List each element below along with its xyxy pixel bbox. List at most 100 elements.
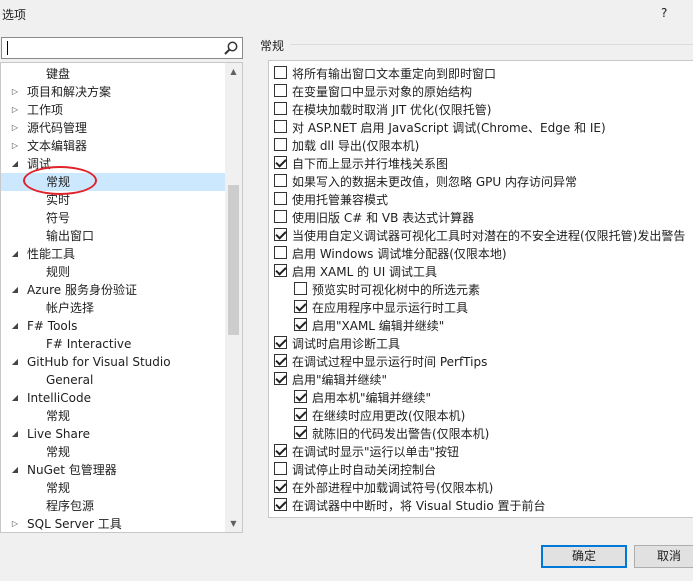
tree-item[interactable]: 输出窗口 [1, 227, 225, 245]
tree-item[interactable]: ◢ NuGet 包管理器 [1, 461, 225, 479]
collapse-arrow-icon[interactable]: ▷ [10, 83, 20, 101]
tree-item[interactable]: 实时 [1, 191, 225, 209]
search-icon[interactable] [223, 40, 239, 56]
scroll-up-arrow-icon[interactable]: ▲ [225, 63, 242, 80]
option-row[interactable]: 使用旧版 C# 和 VB 表达式计算器 [274, 208, 693, 226]
option-checkbox[interactable] [274, 210, 287, 223]
option-row[interactable]: 调试停止时自动关闭控制台 [274, 460, 693, 478]
option-checkbox[interactable] [274, 264, 287, 277]
tree-item[interactable]: 键盘 [1, 65, 225, 83]
ok-button[interactable]: 确定 [541, 545, 627, 568]
option-row[interactable]: 在变量窗口中显示对象的原始结构 [274, 82, 693, 100]
expand-arrow-icon[interactable]: ◢ [10, 155, 20, 173]
expand-arrow-icon[interactable]: ◢ [10, 425, 20, 443]
tree-item[interactable]: ▷ 工作项 [1, 101, 225, 119]
tree-item[interactable]: 程序包源 [1, 497, 225, 515]
options-tree[interactable]: 键盘 ▷ 项目和解决方案 ▷ 工作项 ▷ 源代码管理 ▷ 文本编辑器 ◢ 调试 常规 实时 符号 输出窗口 ◢… [0, 62, 243, 533]
option-row[interactable]: 对 ASP.NET 启用 JavaScript 调试(Chrome、Edge 和… [274, 118, 693, 136]
option-checkbox[interactable] [274, 138, 287, 151]
tree-item[interactable]: ◢ 性能工具 [1, 245, 225, 263]
option-row[interactable]: 在外部进程中加载调试符号(仅限本机) [274, 478, 693, 496]
option-row[interactable]: 就陈旧的代码发出警告(仅限本机) [294, 424, 693, 442]
tree-item[interactable]: General [1, 371, 225, 389]
expand-arrow-icon[interactable]: ◢ [10, 245, 20, 263]
tree-item[interactable]: 规则 [1, 263, 225, 281]
tree-item[interactable]: ▷ 文本编辑器 [1, 137, 225, 155]
tree-item[interactable]: 符号 [1, 209, 225, 227]
option-checkbox[interactable] [274, 462, 287, 475]
option-row[interactable]: 启用"编辑并继续" [274, 370, 693, 388]
tree-item[interactable]: ◢ F# Tools [1, 317, 225, 335]
option-checkbox[interactable] [294, 390, 307, 403]
tree-item[interactable]: ◢ GitHub for Visual Studio [1, 353, 225, 371]
option-row[interactable]: 将所有输出窗口文本重定向到即时窗口 [274, 64, 693, 82]
option-checkbox[interactable] [294, 300, 307, 313]
option-checkbox[interactable] [294, 426, 307, 439]
search-input[interactable] [6, 41, 206, 55]
option-row[interactable]: 在调试时显示"运行以单击"按钮 [274, 442, 693, 460]
tree-item[interactable]: ▷ 源代码管理 [1, 119, 225, 137]
option-checkbox[interactable] [274, 84, 287, 97]
option-row[interactable]: 启用 Windows 调试堆分配器(仅限本地) [274, 244, 693, 262]
option-row[interactable]: 在调试过程中显示运行时间 PerfTips [274, 352, 693, 370]
option-checkbox[interactable] [274, 372, 287, 385]
scroll-down-arrow-icon[interactable]: ▼ [225, 515, 242, 532]
option-row[interactable]: 预览实时可视化树中的所选元素 [294, 280, 693, 298]
option-checkbox[interactable] [274, 192, 287, 205]
option-checkbox[interactable] [274, 444, 287, 457]
option-row[interactable]: 在应用程序中显示运行时工具 [294, 298, 693, 316]
option-row[interactable]: 在模块加载时取消 JIT 优化(仅限托管) [274, 100, 693, 118]
option-checkbox[interactable] [294, 318, 307, 331]
option-row[interactable]: 在调试器中中断时，将 Visual Studio 置于前台 [274, 496, 693, 514]
tree-item[interactable]: ◢ 调试 [1, 155, 225, 173]
option-checkbox[interactable] [274, 174, 287, 187]
tree-item[interactable]: ▷ 项目和解决方案 [1, 83, 225, 101]
collapse-arrow-icon[interactable]: ▷ [10, 137, 20, 155]
expand-arrow-icon[interactable]: ◢ [10, 389, 20, 407]
option-row[interactable]: 自下而上显示并行堆栈关系图 [274, 154, 693, 172]
tree-scrollbar[interactable]: ▲ ▼ [225, 63, 242, 532]
option-checkbox[interactable] [274, 480, 287, 493]
cancel-button[interactable]: 取消 [634, 545, 693, 568]
option-row[interactable]: 使用托管兼容模式 [274, 190, 693, 208]
expand-arrow-icon[interactable]: ◢ [10, 281, 20, 299]
expand-arrow-icon[interactable]: ◢ [10, 317, 20, 335]
option-row[interactable]: 启用"XAML 编辑并继续" [294, 316, 693, 334]
search-box[interactable] [1, 37, 243, 59]
collapse-arrow-icon[interactable]: ▷ [10, 101, 20, 119]
collapse-arrow-icon[interactable]: ▷ [10, 119, 20, 137]
option-checkbox[interactable] [274, 498, 287, 511]
option-row[interactable]: 启用 XAML 的 UI 调试工具 [274, 262, 693, 280]
tree-item[interactable]: 常规 [1, 407, 225, 425]
option-checkbox[interactable] [294, 282, 307, 295]
help-button[interactable]: ? [661, 6, 667, 20]
option-checkbox[interactable] [274, 354, 287, 367]
tree-item[interactable]: ◢ Azure 服务身份验证 [1, 281, 225, 299]
scrollbar-thumb[interactable] [228, 185, 239, 335]
option-row[interactable]: 加载 dll 导出(仅限本机) [274, 136, 693, 154]
tree-item[interactable]: ◢ Live Share [1, 425, 225, 443]
tree-item[interactable]: 帐户选择 [1, 299, 225, 317]
tree-item[interactable]: 常规 [1, 443, 225, 461]
tree-item[interactable]: ▷ SQL Server 工具 [1, 515, 225, 532]
option-checkbox[interactable] [274, 228, 287, 241]
collapse-arrow-icon[interactable]: ▷ [10, 515, 20, 532]
option-row[interactable]: 在继续时应用更改(仅限本机) [294, 406, 693, 424]
option-checkbox[interactable] [294, 408, 307, 421]
option-row[interactable]: 如果写入的数据未更改值，则忽略 GPU 内存访问异常 [274, 172, 693, 190]
option-row[interactable]: 当使用自定义调试器可视化工具时对潜在的不安全进程(仅限托管)发出警告 [274, 226, 693, 244]
option-row[interactable]: 启用本机"编辑并继续" [294, 388, 693, 406]
option-checkbox[interactable] [274, 120, 287, 133]
tree-item[interactable]: 常规 [1, 479, 225, 497]
option-checkbox[interactable] [274, 156, 287, 169]
tree-item[interactable]: 常规 [1, 173, 225, 191]
option-checkbox[interactable] [274, 102, 287, 115]
option-checkbox[interactable] [274, 66, 287, 79]
expand-arrow-icon[interactable]: ◢ [10, 461, 20, 479]
option-checkbox[interactable] [274, 246, 287, 259]
tree-item[interactable]: F# Interactive [1, 335, 225, 353]
tree-item[interactable]: ◢ IntelliCode [1, 389, 225, 407]
option-row[interactable]: 调试时启用诊断工具 [274, 334, 693, 352]
expand-arrow-icon[interactable]: ◢ [10, 353, 20, 371]
option-checkbox[interactable] [274, 336, 287, 349]
